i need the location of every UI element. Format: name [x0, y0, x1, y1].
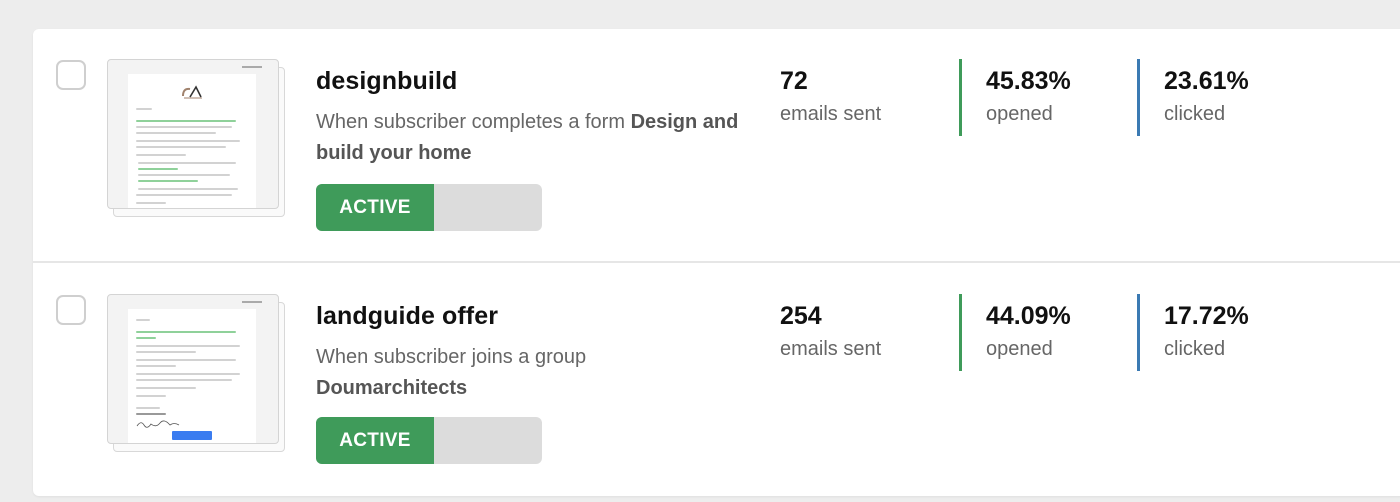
- opened-stat: 44.09% opened: [986, 300, 1071, 366]
- emails-sent-label: emails sent: [780, 338, 882, 360]
- status-toggle[interactable]: ACTIVE: [316, 184, 542, 231]
- emails-sent-value: 254: [780, 302, 822, 330]
- trigger-text: When subscriber completes a form: [316, 111, 631, 133]
- opened-label: opened: [986, 338, 1053, 360]
- automation-row: landguide offer When subscriber joins a …: [33, 264, 1400, 498]
- email-preview-thumbnail[interactable]: [107, 59, 287, 219]
- email-sheet: [128, 309, 256, 443]
- email-sheet: [128, 74, 256, 208]
- opened-divider: [959, 59, 962, 136]
- email-preview-thumbnail[interactable]: [107, 294, 287, 454]
- email-preview: [107, 294, 279, 444]
- emails-sent-stat: 72 emails sent: [780, 65, 881, 131]
- status-toggle[interactable]: ACTIVE: [316, 417, 542, 464]
- emails-sent-stat: 254 emails sent: [780, 300, 881, 366]
- opened-stat: 45.83% opened: [986, 65, 1071, 131]
- preview-header-tag: [242, 66, 262, 68]
- opened-label: opened: [986, 103, 1053, 125]
- email-preview: [107, 59, 279, 209]
- clicked-divider: [1137, 59, 1140, 136]
- trigger-text: When subscriber joins a group: [316, 346, 587, 368]
- opened-value: 44.09%: [986, 302, 1071, 330]
- preview-header-tag: [242, 301, 262, 303]
- clicked-divider: [1137, 294, 1140, 371]
- automation-trigger: When subscriber joins a group Doumarchit…: [316, 342, 756, 404]
- opened-divider: [959, 294, 962, 371]
- clicked-label: clicked: [1164, 103, 1226, 125]
- preview-cta-button: [172, 431, 212, 440]
- opened-value: 45.83%: [986, 67, 1071, 95]
- emails-sent-value: 72: [780, 67, 808, 95]
- brand-logo-icon: [182, 85, 202, 99]
- trigger-target: Doumarchitects: [316, 377, 468, 399]
- signature-icon: [136, 420, 180, 428]
- automation-row: designbuild When subscriber completes a …: [33, 29, 1400, 263]
- row-checkbox[interactable]: [56, 295, 86, 325]
- automation-title[interactable]: landguide offer: [316, 302, 498, 331]
- automation-list: designbuild When subscriber completes a …: [33, 29, 1400, 496]
- automation-title[interactable]: designbuild: [316, 67, 457, 96]
- emails-sent-label: emails sent: [780, 103, 882, 125]
- status-active-label: ACTIVE: [316, 184, 434, 231]
- automation-trigger: When subscriber completes a form Design …: [316, 107, 756, 169]
- clicked-value: 17.72%: [1164, 302, 1249, 330]
- row-checkbox[interactable]: [56, 60, 86, 90]
- status-active-label: ACTIVE: [316, 417, 434, 464]
- clicked-value: 23.61%: [1164, 67, 1249, 95]
- clicked-label: clicked: [1164, 338, 1226, 360]
- clicked-stat: 23.61% clicked: [1164, 65, 1249, 131]
- clicked-stat: 17.72% clicked: [1164, 300, 1249, 366]
